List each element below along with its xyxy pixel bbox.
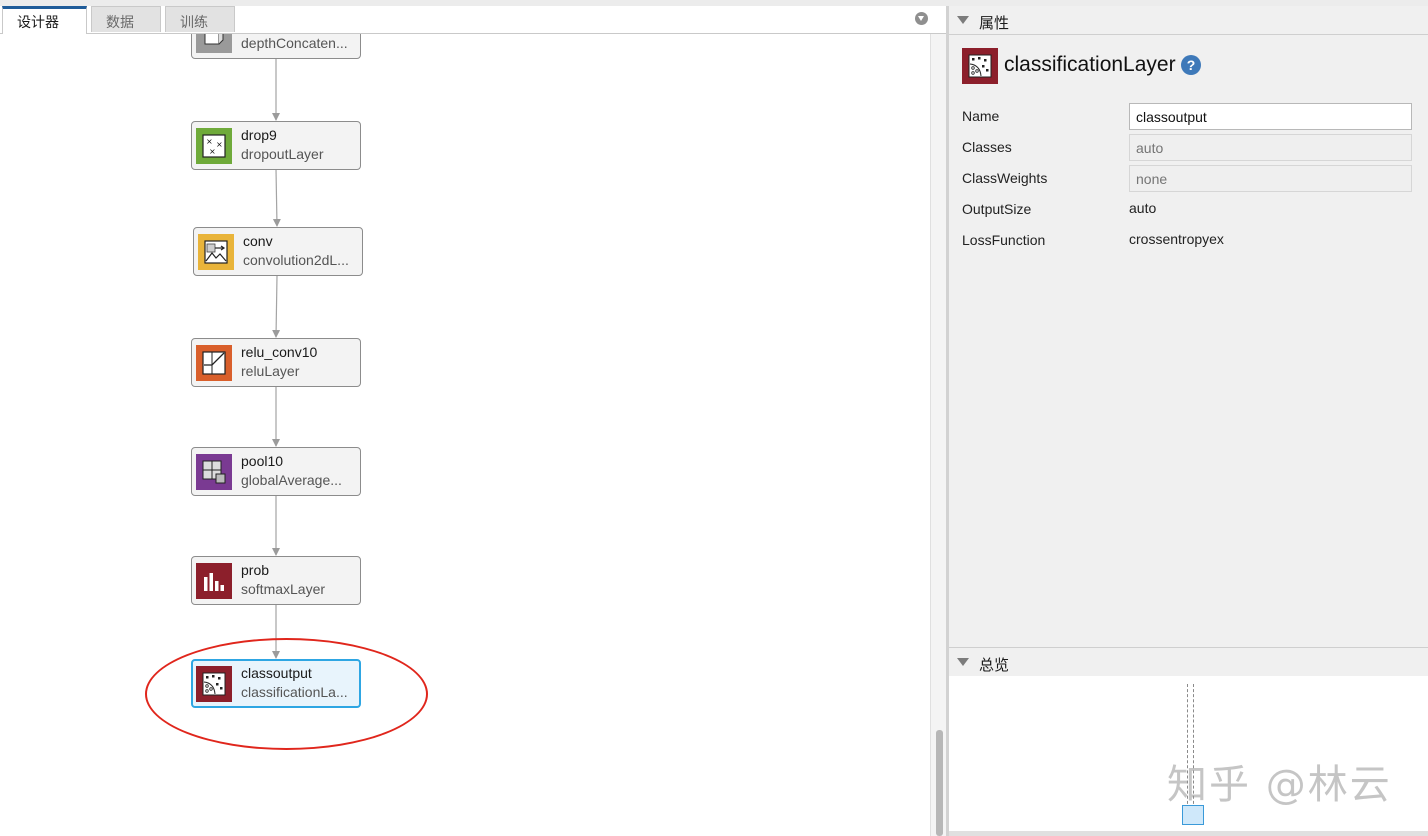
help-icon[interactable]: ? bbox=[1181, 55, 1201, 75]
softmax-icon bbox=[204, 573, 224, 591]
layer-type-title: classificationLayer bbox=[1004, 53, 1176, 76]
layer-node-prob[interactable]: prob softmaxLayer bbox=[191, 556, 361, 605]
output-size-label: OutputSize bbox=[962, 201, 1032, 217]
node-icon-bg bbox=[198, 234, 234, 270]
node-name: drop9 bbox=[241, 127, 277, 143]
red-annotation-ellipse bbox=[145, 638, 428, 750]
layer-node-pool10[interactable]: pool10 globalAverage... bbox=[191, 447, 361, 496]
overview-title: 总览 bbox=[979, 657, 1010, 674]
node-name: relu_conv10 bbox=[241, 344, 318, 360]
network-canvas[interactable]: depthConcaten... × × × drop9 dropoutLayer … bbox=[0, 34, 930, 836]
connections bbox=[272, 59, 281, 659]
layer-node-drop9[interactable]: × × × drop9 dropoutLayer bbox=[191, 121, 361, 170]
depth-concat-icon bbox=[204, 34, 224, 45]
connector-line bbox=[272, 275, 281, 338]
tab-bar: 设计器 数据 训练 bbox=[0, 6, 946, 34]
overview-scrollbar[interactable] bbox=[949, 831, 1428, 836]
svg-text:×: × bbox=[206, 137, 213, 146]
classes-label: Classes bbox=[962, 139, 1012, 155]
node-type: depthConcaten... bbox=[241, 35, 348, 51]
node-name: conv bbox=[243, 233, 273, 249]
connector-line bbox=[272, 168, 281, 227]
panel-menu-icon[interactable] bbox=[915, 12, 928, 25]
canvas-vertical-scrollbar[interactable] bbox=[930, 34, 947, 836]
tab-data[interactable]: 数据 bbox=[91, 6, 161, 32]
node-type: softmaxLayer bbox=[241, 581, 326, 597]
svg-text:×: × bbox=[216, 140, 223, 149]
layer-node-relu-conv10[interactable]: relu_conv10 reluLayer bbox=[191, 338, 361, 387]
relu-icon bbox=[202, 351, 226, 375]
dropout-icon: × ×× bbox=[202, 134, 226, 158]
name-label: Name bbox=[962, 108, 1000, 124]
class-weights-label: ClassWeights bbox=[962, 170, 1048, 186]
collapse-triangle-icon[interactable] bbox=[957, 16, 969, 24]
tab-designer[interactable]: 设计器 bbox=[2, 6, 87, 34]
node-name: pool10 bbox=[241, 453, 284, 469]
class-weights-field[interactable] bbox=[1129, 165, 1412, 192]
watermark-text: 知乎 @林云 bbox=[1167, 762, 1392, 808]
classes-field[interactable] bbox=[1129, 134, 1412, 161]
loss-function-value: crossentropyex bbox=[1129, 231, 1224, 247]
node-icon-bg: × × × bbox=[196, 128, 232, 164]
node-icon-bg bbox=[196, 563, 232, 599]
collapse-triangle-icon[interactable] bbox=[957, 658, 969, 666]
scrollbar-thumb[interactable] bbox=[936, 730, 943, 836]
node-type: convolution2dL... bbox=[243, 252, 349, 268]
pooling-icon bbox=[202, 460, 226, 484]
layer-node-conv[interactable]: conv convolution2dL... bbox=[193, 227, 363, 276]
node-icon-bg bbox=[196, 345, 232, 381]
properties-title: 属性 bbox=[979, 15, 1010, 32]
properties-header[interactable]: 属性 bbox=[949, 6, 1428, 35]
node-name: prob bbox=[241, 562, 270, 578]
convolution-icon bbox=[204, 240, 228, 264]
output-size-value: auto bbox=[1129, 200, 1157, 216]
node-icon-bg bbox=[196, 454, 232, 490]
loss-function-label: LossFunction bbox=[962, 232, 1046, 248]
node-type: globalAverage... bbox=[241, 472, 342, 488]
overview-header[interactable]: 总览 bbox=[949, 647, 1428, 677]
right-panel: 属性 classificationLayer ? Name Classes Cl… bbox=[949, 6, 1428, 836]
node-type: reluLayer bbox=[241, 363, 300, 379]
node-icon-bg bbox=[196, 34, 232, 53]
name-field[interactable] bbox=[1129, 103, 1412, 130]
node-type: dropoutLayer bbox=[241, 146, 324, 162]
classification-layer-icon bbox=[962, 48, 998, 84]
svg-text:×: × bbox=[209, 147, 216, 156]
tab-training[interactable]: 训练 bbox=[165, 6, 235, 32]
layer-node-depth-concatenation[interactable]: depthConcaten... bbox=[191, 34, 361, 59]
